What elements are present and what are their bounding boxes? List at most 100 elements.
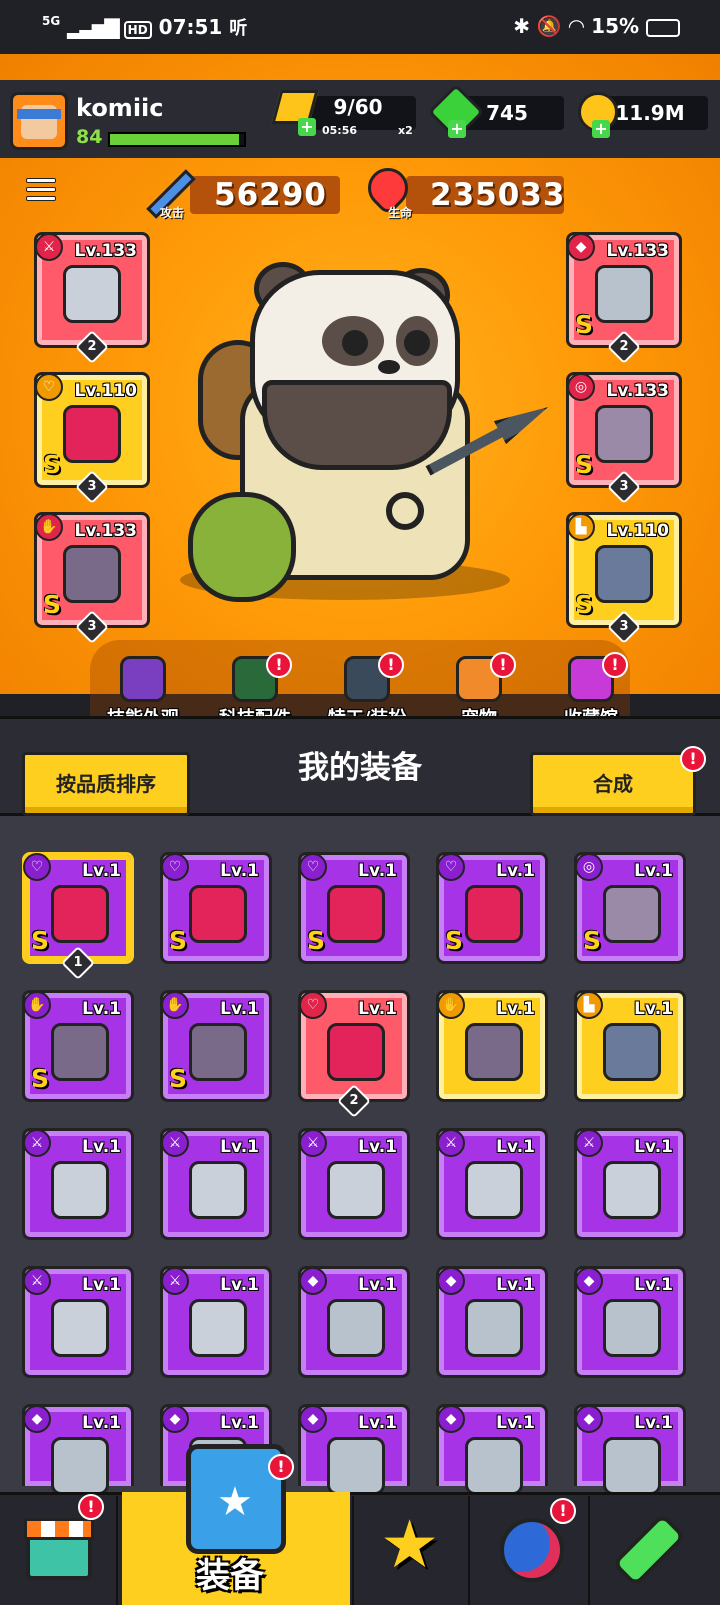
weapon-item-art-icon [51,1299,109,1357]
equipment-card[interactable]: ♡ Lv.110 S 3 [34,372,150,504]
equipment-card[interactable]: ✋ Lv.1 S [160,990,272,1102]
equipment-grade: S [575,590,594,619]
equipment-level: Lv.1 [82,1413,121,1433]
equipment-level: Lv.1 [220,861,259,881]
equipment-level: Lv.1 [220,1275,259,1295]
equipment-card[interactable]: ◆ Lv.1 [298,1266,410,1378]
equipment-card[interactable]: ✋ Lv.133 S 3 [34,512,150,644]
test-tube-icon [611,1512,687,1588]
nav-equipment[interactable]: ★ ! 装备 [122,1444,350,1605]
signal-icon: ▂▃▅▇ [67,15,120,39]
equipment-card[interactable]: ⚔ Lv.1 [160,1266,272,1378]
nav-battle[interactable]: ★ [352,1496,470,1605]
weapon-item-art-icon [603,1161,661,1219]
xp-bar-fill [110,134,239,145]
kunai-ring [386,492,424,530]
equipment-grade: S [575,450,594,479]
shop-awning [24,1518,94,1540]
mute-icon: 🔕 [536,14,562,38]
equipment-star-value: 3 [87,479,97,494]
equipment-card[interactable]: ◎ Lv.133 S 3 [566,372,682,504]
gem-plus-button[interactable]: + [448,120,466,138]
armor-icon: ◆ [575,1405,603,1433]
equipment-card[interactable]: ◆ Lv.1 [574,1266,686,1378]
equipment-grade: S [43,450,62,479]
weapon-icon: ⚔ [23,1267,51,1295]
merge-alert-badge: ! [680,746,706,772]
armor-icon: ◆ [575,1267,603,1295]
glove-icon: ✋ [23,991,51,1019]
nav-equipment-label: 装备 [196,1556,264,1596]
equipment-card[interactable]: ♡ Lv.1 S [436,852,548,964]
equipment-card[interactable]: ♡ Lv.1 S [160,852,272,964]
necklace-item-art-icon [51,885,109,943]
status-left: 5G ▂▃▅▇ HD 07:51 听 [42,14,247,40]
glove-item-art-icon [63,545,121,603]
nav-world[interactable]: ! [472,1496,590,1605]
energy-plus-button[interactable]: + [298,118,316,136]
armor-item-art-icon [465,1437,523,1495]
equipment-card[interactable]: ♡ Lv.1 S 1 [22,852,134,980]
equipment-card[interactable]: ◆ Lv.1 [574,1404,686,1495]
equipment-card[interactable]: ♡ Lv.1 2 [298,990,410,1118]
boots-icon: ▙ [567,513,595,541]
necklace-icon: ♡ [23,853,51,881]
nav-shop[interactable]: ! [0,1494,118,1605]
equipment-card[interactable]: ▙ Lv.110 S 3 [566,512,682,644]
energy-timer: 05:56 [322,124,358,137]
equipment-card[interactable]: ◆ Lv.1 [436,1404,548,1495]
player-level: 84 [76,126,103,148]
belt-icon: ◎ [567,373,595,401]
equipment-card[interactable]: ⚔ Lv.1 [22,1266,134,1378]
equipment-card[interactable]: ♡ Lv.1 S [298,852,410,964]
equipment-level: Lv.1 [358,1137,397,1157]
armor-icon: ◆ [299,1405,327,1433]
merge-button[interactable]: 合成 [530,752,696,816]
menu-list-icon[interactable] [26,178,56,204]
equipment-level: Lv.133 [74,241,137,261]
equipment-level: Lv.1 [82,999,121,1019]
feature-alert-badge: ! [602,652,628,678]
shop-alert-badge: ! [78,1494,104,1520]
equipment-card[interactable]: ◆ Lv.133 S 2 [566,232,682,364]
weapon-icon: ⚔ [35,233,63,261]
xp-bar [108,132,246,147]
clock: 07:51 [158,15,223,39]
equipment-level: Lv.1 [634,1275,673,1295]
equipment-card[interactable]: ⚔ Lv.1 [436,1128,548,1240]
equipment-card[interactable]: ⚔ Lv.1 [298,1128,410,1240]
equipment-card[interactable]: ◆ Lv.1 [298,1404,410,1495]
attack-label: 攻击 [160,206,185,220]
equipment-card[interactable]: ⚔ Lv.1 [22,1128,134,1240]
equipment-card[interactable]: ▙ Lv.1 [574,990,686,1102]
equipment-card[interactable]: ◆ Lv.1 [22,1404,134,1495]
equipment-star-value: 2 [87,339,97,354]
necklace-icon: ♡ [35,373,63,401]
equipment-star-value: 1 [73,955,83,970]
belt-icon: ◎ [575,853,603,881]
equipment-level: Lv.110 [74,381,137,401]
armor-icon: ◆ [437,1267,465,1295]
energy-multiplier: x2 [398,124,413,137]
coin-plus-button[interactable]: + [592,120,610,138]
weapon-item-art-icon [51,1161,109,1219]
equipment-card[interactable]: ⚔ Lv.133 2 [34,232,150,364]
equipment-card[interactable]: ✋ Lv.1 [436,990,548,1102]
nav-lab[interactable] [592,1496,720,1605]
necklace-item-art-icon [327,885,385,943]
equipment-card[interactable]: ⚔ Lv.1 [574,1128,686,1240]
status-right: ✱ 🔕 ◠ 15% [513,14,680,38]
equipment-card[interactable]: ◎ Lv.1 S [574,852,686,964]
boots-icon: ▙ [575,991,603,1019]
status-extra: 听 [229,18,248,39]
glove-icon: ✋ [161,991,189,1019]
sort-by-quality-button[interactable]: 按品质排序 [22,752,190,816]
equipment-level: Lv.1 [634,861,673,881]
equipment-level: Lv.1 [634,1137,673,1157]
equipment-level: Lv.1 [496,1413,535,1433]
equipment-card[interactable]: ⚔ Lv.1 [160,1128,272,1240]
equipment-star-value: 2 [349,1093,359,1108]
equipment-card[interactable]: ◆ Lv.1 [436,1266,548,1378]
equipment-card[interactable]: ✋ Lv.1 S [22,990,134,1102]
avatar[interactable] [10,92,68,150]
